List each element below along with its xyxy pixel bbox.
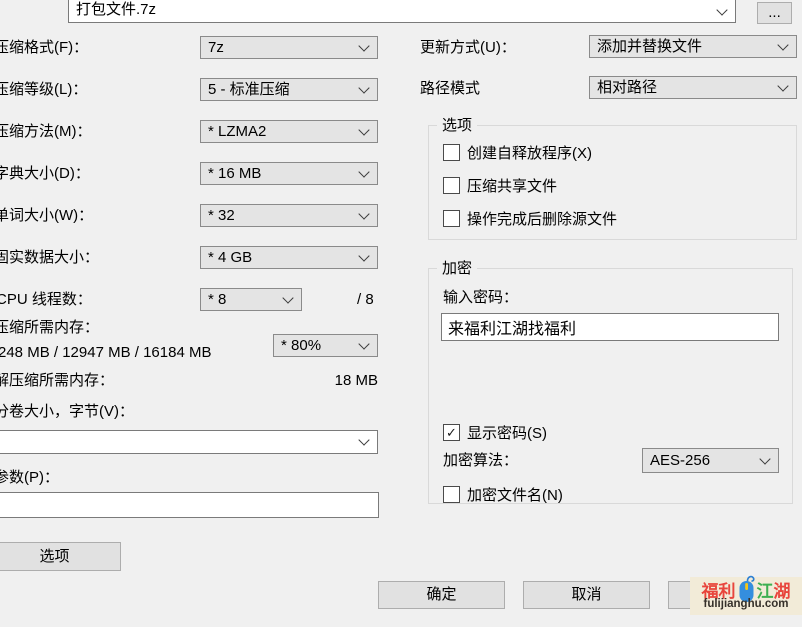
chevron-down-icon	[759, 453, 770, 464]
encryption-group-title: 加密	[437, 259, 477, 278]
volume-size-combobox[interactable]	[0, 430, 378, 454]
compress-method-label: 压缩方法(M)：	[0, 123, 92, 140]
options-button[interactable]: 选项	[0, 542, 121, 571]
create-sfx-label: 创建自释放程序(X)	[467, 142, 592, 163]
watermark-domain: fulijianghu.com	[690, 598, 802, 610]
word-size-label: 单词大小(W)：	[0, 207, 93, 224]
update-mode-select[interactable]: 添加并替换文件	[589, 35, 797, 58]
encrypt-filenames-checkbox[interactable]	[443, 486, 460, 503]
compress-shared-label: 压缩共享文件	[467, 175, 557, 196]
parameters-input[interactable]	[0, 492, 379, 518]
browse-button[interactable]: ...	[757, 2, 792, 24]
solid-block-size-label: 固实数据大小：	[0, 249, 99, 266]
cpu-threads-value: * 8	[208, 290, 226, 310]
solid-block-size-value: * 4 GB	[208, 248, 252, 268]
compress-level-select[interactable]: 5 - 标准压缩	[200, 78, 378, 101]
password-input[interactable]	[441, 313, 779, 341]
volume-size-label: 分卷大小，字节(V)：	[0, 403, 134, 420]
delete-after-checkbox[interactable]	[443, 210, 460, 227]
compress-level-label: 压缩等级(L)：	[0, 81, 87, 98]
update-mode-value: 添加并替换文件	[597, 37, 702, 57]
show-password-label: 显示密码(S)	[467, 422, 547, 443]
chevron-down-icon[interactable]	[716, 4, 727, 15]
options-group-title: 选项	[437, 116, 477, 135]
encryption-group: 加密 输入密码： 显示密码(S) 加密算法： AES-256 加密文件名(N)	[428, 268, 793, 504]
compress-format-select[interactable]: 7z	[200, 36, 378, 59]
password-label: 输入密码：	[443, 289, 518, 306]
chevron-down-icon	[358, 166, 369, 177]
memory-compress-label: 压缩所需内存：	[0, 319, 99, 336]
fulijianghu-watermark: 福利 江湖 fulijianghu.com	[690, 566, 802, 615]
dictionary-size-label: 字典大小(D)：	[0, 165, 90, 182]
delete-after-label: 操作完成后删除源文件	[467, 208, 617, 229]
chevron-down-icon	[282, 292, 293, 303]
encryption-method-select[interactable]: AES-256	[642, 448, 779, 473]
chevron-down-icon	[358, 338, 369, 349]
dictionary-size-select[interactable]: * 16 MB	[200, 162, 378, 185]
delete-after-row[interactable]: 操作完成后删除源文件	[443, 208, 617, 229]
create-sfx-checkbox[interactable]	[443, 144, 460, 161]
path-mode-value: 相对路径	[597, 78, 657, 98]
chevron-down-icon	[358, 208, 369, 219]
cpu-threads-total: / 8	[357, 291, 374, 308]
cpu-threads-select[interactable]: * 8	[200, 288, 302, 311]
chevron-down-icon[interactable]	[358, 434, 369, 445]
word-size-select[interactable]: * 32	[200, 204, 378, 227]
compress-shared-row[interactable]: 压缩共享文件	[443, 175, 557, 196]
chevron-down-icon	[777, 80, 788, 91]
cpu-threads-label: CPU 线程数：	[0, 291, 92, 308]
chevron-down-icon	[777, 39, 788, 50]
compress-method-value: * LZMA2	[208, 122, 266, 142]
compress-format-value: 7z	[208, 38, 224, 58]
word-size-value: * 32	[208, 206, 235, 226]
archive-dialog: 打包文件.7z ... 压缩格式(F)： 压缩等级(L)： 压缩方法(M)： 字…	[0, 0, 802, 627]
ok-button[interactable]: 确定	[378, 581, 505, 609]
archive-name-value: 打包文件.7z	[76, 0, 156, 23]
memory-compress-detail: 248 MB / 12947 MB / 16184 MB	[0, 344, 211, 361]
memory-percent-select[interactable]: * 80%	[273, 334, 378, 357]
chevron-down-icon	[358, 124, 369, 135]
memory-decompress-value: 18 MB	[330, 372, 378, 389]
memory-percent-value: * 80%	[281, 336, 321, 356]
compress-level-value: 5 - 标准压缩	[208, 80, 290, 100]
chevron-down-icon	[358, 82, 369, 93]
show-password-row[interactable]: 显示密码(S)	[443, 422, 547, 443]
solid-block-size-select[interactable]: * 4 GB	[200, 246, 378, 269]
memory-decompress-label: 解压缩所需内存：	[0, 372, 114, 389]
dictionary-size-value: * 16 MB	[208, 164, 261, 184]
path-mode-select[interactable]: 相对路径	[589, 76, 797, 99]
encryption-method-value: AES-256	[650, 450, 710, 472]
compress-method-select[interactable]: * LZMA2	[200, 120, 378, 143]
compress-shared-checkbox[interactable]	[443, 177, 460, 194]
parameters-label: 参数(P)：	[0, 469, 59, 486]
encrypt-filenames-label: 加密文件名(N)	[467, 484, 563, 505]
chevron-down-icon	[358, 250, 369, 261]
archive-name-combobox[interactable]: 打包文件.7z	[68, 0, 736, 23]
encryption-method-label: 加密算法：	[443, 452, 518, 469]
create-sfx-row[interactable]: 创建自释放程序(X)	[443, 142, 592, 163]
show-password-checkbox[interactable]	[443, 424, 460, 441]
chevron-down-icon	[358, 40, 369, 51]
cancel-button[interactable]: 取消	[523, 581, 650, 609]
options-group: 选项 创建自释放程序(X) 压缩共享文件 操作完成后删除源文件	[428, 125, 797, 240]
update-mode-label: 更新方式(U)：	[420, 39, 516, 56]
compress-format-label: 压缩格式(F)：	[0, 39, 88, 56]
encrypt-filenames-row[interactable]: 加密文件名(N)	[443, 484, 563, 505]
path-mode-label: 路径模式	[420, 80, 480, 97]
